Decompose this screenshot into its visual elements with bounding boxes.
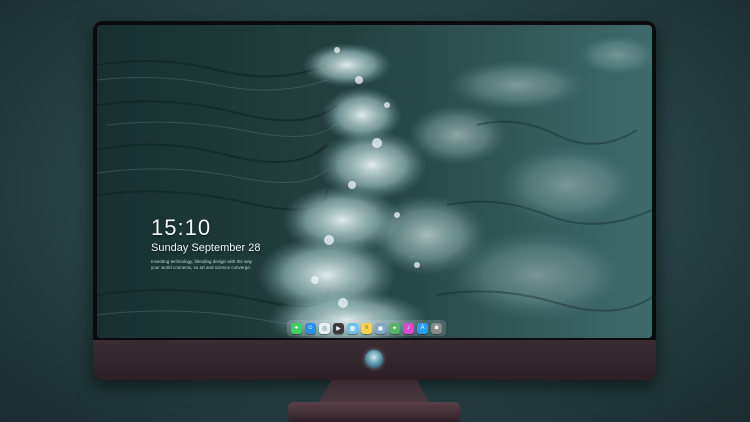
preview-icon[interactable]: ▣: [375, 322, 386, 334]
screen: 15:10 Sunday September 28 Inventing tech…: [97, 25, 652, 338]
maps-icon[interactable]: ✦: [389, 322, 400, 334]
music-icon[interactable]: ♪: [403, 322, 414, 334]
clips-icon[interactable]: ▦: [347, 322, 358, 334]
brand-logo-icon: [365, 350, 383, 368]
camera-icon[interactable]: ◙: [431, 322, 442, 334]
lockscreen-time: 15:10: [151, 215, 212, 240]
notes-icon[interactable]: ≡: [361, 322, 372, 334]
messages-icon[interactable]: ●: [291, 322, 302, 334]
finder-icon[interactable]: ☺: [305, 322, 316, 334]
lockscreen-fine-print: Inventing technology, blending design wi…: [151, 259, 252, 270]
dock: ● ☺ ◎ ▶ ▦ ≡ ▣ ✦ ♪ A ◙: [287, 320, 446, 336]
app-store-icon[interactable]: A: [417, 322, 428, 334]
monitor-chin: [93, 340, 656, 380]
video-icon[interactable]: ▶: [333, 322, 344, 334]
monitor-stand-neck: [318, 380, 430, 404]
lockscreen-date: Sunday September 28: [151, 242, 261, 254]
ocean-wallpaper: [97, 25, 652, 338]
monitor: 15:10 Sunday September 28 Inventing tech…: [93, 21, 656, 380]
safari-icon[interactable]: ◎: [319, 322, 330, 334]
monitor-stand-base: [288, 402, 460, 422]
